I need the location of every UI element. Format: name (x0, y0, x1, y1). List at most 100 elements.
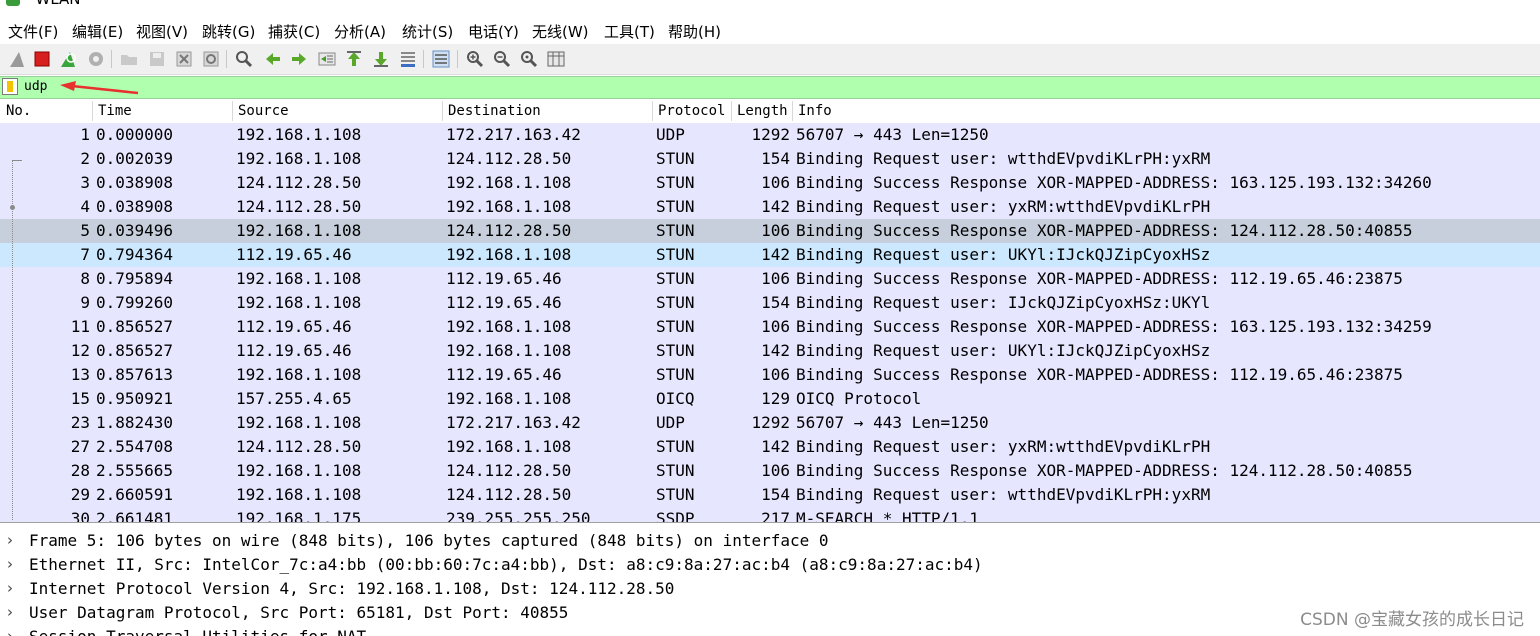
packet-row[interactable]: 28 2.555665 192.168.1.108 124.112.28.50 STUN… (0, 459, 1540, 483)
related-packets-bracket (12, 160, 22, 161)
packet-row[interactable]: 5 0.039496 192.168.1.108 124.112.28.50 STUN 1… (0, 219, 1540, 243)
packet-proto-cell: STUN (656, 197, 695, 216)
display-filter-input[interactable]: udp (24, 79, 47, 94)
packet-len-cell: 142 (761, 341, 790, 360)
column-separator[interactable] (442, 101, 443, 121)
packet-list[interactable]: No. Time Source Destination Protocol Length In… (0, 99, 1540, 523)
go-to-packet-icon[interactable] (316, 48, 338, 70)
packet-dst-cell: 192.168.1.108 (446, 197, 572, 216)
packet-row[interactable]: 13 0.857613 192.168.1.108 112.19.65.46 STUN 1… (0, 363, 1540, 387)
packet-proto-cell: STUN (656, 293, 695, 312)
find-packet-icon[interactable] (233, 48, 255, 70)
col-length-header[interactable]: Length (737, 103, 788, 119)
packet-src-cell: 192.168.1.108 (236, 485, 362, 504)
packet-len-cell: 106 (761, 221, 790, 240)
zoom-out-icon[interactable] (491, 48, 513, 70)
chevron-right-icon[interactable]: › (7, 627, 13, 636)
capture-options-icon[interactable] (85, 48, 107, 70)
packet-proto-cell: OICQ (656, 389, 695, 408)
menu-item-9[interactable]: 工具(T) (604, 21, 655, 42)
packet-len-cell: 106 (761, 173, 790, 192)
col-destination-header[interactable]: Destination (448, 103, 541, 119)
title-bar: *WLAN (0, 0, 1540, 10)
menu-item-7[interactable]: 电话(Y) (468, 21, 519, 42)
restart-capture-icon[interactable] (57, 48, 79, 70)
column-separator[interactable] (652, 101, 653, 121)
menu-item-2[interactable]: 视图(V) (136, 21, 188, 42)
shark-fin-start-icon[interactable] (6, 48, 28, 70)
packet-info-cell: OICQ Protocol (796, 389, 922, 408)
packet-info-cell: Binding Request user: yxRM:wtthdEVpvdiKL… (796, 197, 1211, 216)
detail-tree-item[interactable]: › Internet Protocol Version 4, Src: 192.1… (0, 577, 1540, 601)
go-forward-icon[interactable] (288, 48, 310, 70)
packet-dst-cell: 192.168.1.108 (446, 173, 572, 192)
packet-time-cell: 0.799260 (96, 293, 174, 312)
packet-row[interactable]: 4 0.038908 124.112.28.50 192.168.1.108 STUN 1… (0, 195, 1540, 219)
packet-len-cell: 217 (761, 509, 790, 523)
col-info-header[interactable]: Info (798, 103, 832, 119)
packet-src-cell: 192.168.1.108 (236, 293, 362, 312)
packet-row[interactable]: 3 0.038908 124.112.28.50 192.168.1.108 STUN 1… (0, 171, 1540, 195)
chevron-right-icon[interactable]: › (7, 531, 13, 549)
chevron-right-icon[interactable]: › (7, 603, 13, 621)
go-last-icon[interactable] (370, 48, 392, 70)
menu-item-10[interactable]: 帮助(H) (668, 21, 721, 42)
packet-row[interactable]: 8 0.795894 192.168.1.108 112.19.65.46 STUN 10… (0, 267, 1540, 291)
packet-dst-cell: 192.168.1.108 (446, 437, 572, 456)
column-separator[interactable] (731, 101, 732, 121)
detail-tree-item[interactable]: › Ethernet II, Src: IntelCor_7c:a4:bb (00… (0, 553, 1540, 577)
packet-row[interactable]: 9 0.799260 192.168.1.108 112.19.65.46 STUN 15… (0, 291, 1540, 315)
packet-row[interactable]: 2 0.002039 192.168.1.108 124.112.28.50 STUN 1… (0, 147, 1540, 171)
column-separator[interactable] (92, 101, 93, 121)
packet-row[interactable]: 27 2.554708 124.112.28.50 192.168.1.108 STUN… (0, 435, 1540, 459)
go-back-icon[interactable] (262, 48, 284, 70)
detail-tree-item[interactable]: › Frame 5: 106 bytes on wire (848 bits), … (0, 529, 1540, 553)
zoom-normal-icon[interactable] (518, 48, 540, 70)
packet-row[interactable]: 1 0.000000 192.168.1.108 172.217.163.42 UDP 1… (0, 123, 1540, 147)
menu-item-3[interactable]: 跳转(G) (202, 21, 255, 42)
packet-proto-cell: UDP (656, 413, 685, 432)
menu-item-5[interactable]: 分析(A) (334, 21, 386, 42)
packet-row[interactable]: 30 2.661481 192.168.1.175 239.255.255.250 SS… (0, 507, 1540, 523)
stop-capture-icon[interactable] (31, 48, 53, 70)
column-separator[interactable] (792, 101, 793, 121)
go-first-icon[interactable] (343, 48, 365, 70)
reload-file-icon[interactable] (200, 48, 222, 70)
menu-item-6[interactable]: 统计(S) (402, 21, 453, 42)
resize-columns-icon[interactable] (545, 48, 567, 70)
col-no-header[interactable]: No. (6, 103, 31, 119)
col-time-header[interactable]: Time (98, 103, 132, 119)
colorize-icon[interactable] (430, 48, 452, 70)
packet-row[interactable]: 29 2.660591 192.168.1.108 124.112.28.50 STUN… (0, 483, 1540, 507)
open-file-icon[interactable] (118, 48, 140, 70)
packet-dst-cell: 124.112.28.50 (446, 149, 572, 168)
col-protocol-header[interactable]: Protocol (658, 103, 725, 119)
packet-row[interactable]: 15 0.950921 157.255.4.65 192.168.1.108 OICQ 1… (0, 387, 1540, 411)
save-file-icon[interactable] (146, 48, 168, 70)
packet-src-cell: 192.168.1.108 (236, 125, 362, 144)
chevron-right-icon[interactable]: › (7, 579, 13, 597)
menu-item-1[interactable]: 编辑(E) (72, 21, 123, 42)
packet-row[interactable]: 7 0.794364 112.19.65.46 192.168.1.108 STUN 14… (0, 243, 1540, 267)
chevron-right-icon[interactable]: › (7, 555, 13, 573)
packet-proto-cell: STUN (656, 269, 695, 288)
packet-info-cell: Binding Success Response XOR-MAPPED-ADDR… (796, 317, 1432, 336)
zoom-in-icon[interactable] (464, 48, 486, 70)
menu-item-0[interactable]: 文件(F) (8, 21, 58, 42)
menu-item-4[interactable]: 捕获(C) (268, 21, 320, 42)
packet-row[interactable]: 11 0.856527 112.19.65.46 192.168.1.108 STUN 1… (0, 315, 1540, 339)
close-file-icon[interactable] (173, 48, 195, 70)
menu-item-8[interactable]: 无线(W) (532, 21, 589, 42)
packet-time-cell: 0.950921 (96, 389, 174, 408)
packet-info-cell: Binding Request user: UKYl:IJckQJZipCyox… (796, 341, 1211, 360)
col-source-header[interactable]: Source (238, 103, 289, 119)
packet-dst-cell: 112.19.65.46 (446, 269, 562, 288)
packet-time-cell: 0.000000 (96, 125, 174, 144)
packet-no-cell: 9 (80, 293, 90, 312)
bookmark-icon[interactable] (2, 78, 18, 95)
packet-row[interactable]: 12 0.856527 112.19.65.46 192.168.1.108 STUN 1… (0, 339, 1540, 363)
packet-row[interactable]: 23 1.882430 192.168.1.108 172.217.163.42 UDP… (0, 411, 1540, 435)
packet-src-cell: 192.168.1.175 (236, 509, 362, 523)
autoscroll-icon[interactable] (397, 48, 419, 70)
column-separator[interactable] (232, 101, 233, 121)
